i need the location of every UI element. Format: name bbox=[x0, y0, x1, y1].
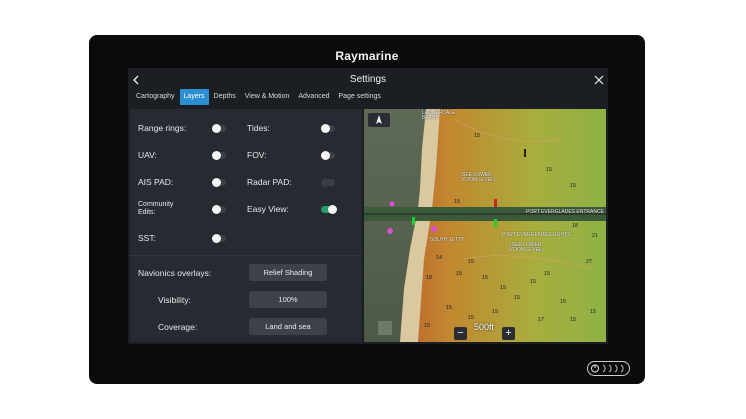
depth-sounding: 15 bbox=[590, 309, 597, 315]
page-title: Settings bbox=[349, 74, 387, 85]
tab-bar: Cartography Layers Depths View & Motion … bbox=[132, 89, 386, 105]
sst-toggle[interactable] bbox=[212, 234, 226, 243]
fov-label: FOV: bbox=[247, 150, 267, 160]
map-scale: 500ft bbox=[474, 322, 495, 332]
map-label-port-entrance: PORT EVERGLADES ENTRANCE bbox=[526, 209, 604, 215]
close-icon[interactable] bbox=[592, 73, 606, 87]
toggle-knob bbox=[321, 151, 330, 160]
chart-preview[interactable]: LAUDERDALE BEACH SEE LOWER ZOOM LEVEL) P… bbox=[364, 109, 606, 342]
toggle-knob bbox=[212, 151, 221, 160]
map-label-port-lights: PORT EVERGLADES LIGHTS bbox=[502, 232, 571, 238]
toggle-knob bbox=[212, 205, 221, 214]
toggle-knob bbox=[321, 178, 330, 187]
depth-sounding: 27 bbox=[586, 259, 593, 265]
navionics-overlays-select[interactable]: Relief Shading bbox=[249, 264, 327, 281]
toggle-knob bbox=[328, 205, 337, 214]
map-label-see-lower-2: (SEE LOWER ZOOM LEVEL) bbox=[510, 242, 544, 253]
depth-sounding: 18 bbox=[426, 275, 433, 281]
depth-sounding: 15 bbox=[570, 317, 577, 323]
depth-sounding: 15 bbox=[514, 295, 521, 301]
toggle-knob bbox=[321, 124, 330, 133]
coverage-select[interactable]: Land and sea bbox=[249, 318, 327, 335]
range-rings-toggle[interactable] bbox=[212, 124, 226, 133]
depth-sounding: 15 bbox=[482, 275, 489, 281]
tides-toggle[interactable] bbox=[321, 124, 335, 133]
depth-sounding: 15 bbox=[530, 279, 537, 285]
coverage-label: Coverage: bbox=[158, 322, 198, 332]
sst-label: SST: bbox=[138, 233, 156, 243]
visibility-label: Visibility: bbox=[158, 295, 191, 305]
depth-sounding: 17 bbox=[538, 317, 545, 323]
radar-pad-label: Radar PAD: bbox=[247, 177, 292, 187]
toggle-knob bbox=[212, 124, 221, 133]
depth-sounding: 14 bbox=[436, 255, 443, 261]
depth-sounding: 18 bbox=[572, 223, 579, 229]
ais-pad-label: AIS PAD: bbox=[138, 177, 174, 187]
depth-sounding: 15 bbox=[424, 323, 431, 329]
zoom-out-button[interactable]: − bbox=[454, 327, 467, 340]
depth-sounding: 15 bbox=[500, 285, 507, 291]
community-edits-toggle[interactable] bbox=[212, 205, 226, 214]
uav-label: UAV: bbox=[138, 150, 157, 160]
layers-panel: Range rings: UAV: AIS PAD: Community Edi… bbox=[130, 109, 362, 342]
range-rings-label: Range rings: bbox=[138, 123, 187, 133]
easy-view-toggle[interactable] bbox=[321, 205, 337, 214]
tab-depths[interactable]: Depths bbox=[210, 89, 240, 105]
visibility-select[interactable]: 100% bbox=[249, 291, 327, 308]
tab-advanced[interactable]: Advanced bbox=[294, 89, 333, 105]
depth-sounding: 15 bbox=[446, 305, 453, 311]
easy-view-label: Easy View: bbox=[247, 204, 289, 214]
section-divider bbox=[130, 255, 362, 256]
tab-layers[interactable]: Layers bbox=[179, 89, 209, 105]
uav-toggle[interactable] bbox=[212, 151, 226, 160]
map-label-south-jetty: SOUTH JETTY bbox=[430, 237, 465, 243]
tab-view-motion[interactable]: View & Motion bbox=[241, 89, 294, 105]
depth-sounding: 15 bbox=[492, 309, 499, 315]
depth-sounding: 21 bbox=[592, 233, 599, 239]
depth-sounding: 15 bbox=[468, 315, 475, 321]
depth-sounding: 15 bbox=[456, 271, 463, 277]
radar-pad-toggle[interactable] bbox=[321, 178, 335, 187]
ais-pad-toggle[interactable] bbox=[212, 178, 226, 187]
tab-page-settings[interactable]: Page settings bbox=[335, 89, 385, 105]
navionics-overlays-label: Navionics overlays: bbox=[138, 268, 212, 278]
depth-sounding: 15 bbox=[544, 271, 551, 277]
tides-label: Tides: bbox=[247, 123, 270, 133]
brand-logo: Raymarine bbox=[335, 49, 399, 63]
power-brightness-icon[interactable] bbox=[587, 361, 630, 376]
depth-sounding: 15 bbox=[560, 299, 567, 305]
map-label-see-lower-1: SEE LOWER ZOOM LEVEL) bbox=[462, 172, 496, 183]
toggle-knob bbox=[212, 178, 221, 187]
map-label-lauderdale: LAUDERDALE BEACH bbox=[422, 110, 456, 121]
settings-screen: Settings Cartography Layers Depths View … bbox=[128, 68, 608, 344]
chart-relief-map bbox=[364, 109, 606, 342]
depth-sounding: 15 bbox=[468, 259, 475, 265]
fov-toggle[interactable] bbox=[321, 151, 335, 160]
depth-sounding: 15 bbox=[454, 199, 461, 205]
tab-cartography[interactable]: Cartography bbox=[132, 89, 179, 105]
community-edits-label: Community Edits: bbox=[138, 201, 174, 216]
zoom-in-button[interactable]: + bbox=[502, 327, 515, 340]
depth-sounding: 15 bbox=[546, 167, 553, 173]
toggle-knob bbox=[212, 234, 221, 243]
depth-sounding: 15 bbox=[474, 133, 481, 139]
depth-sounding: 15 bbox=[570, 183, 577, 189]
